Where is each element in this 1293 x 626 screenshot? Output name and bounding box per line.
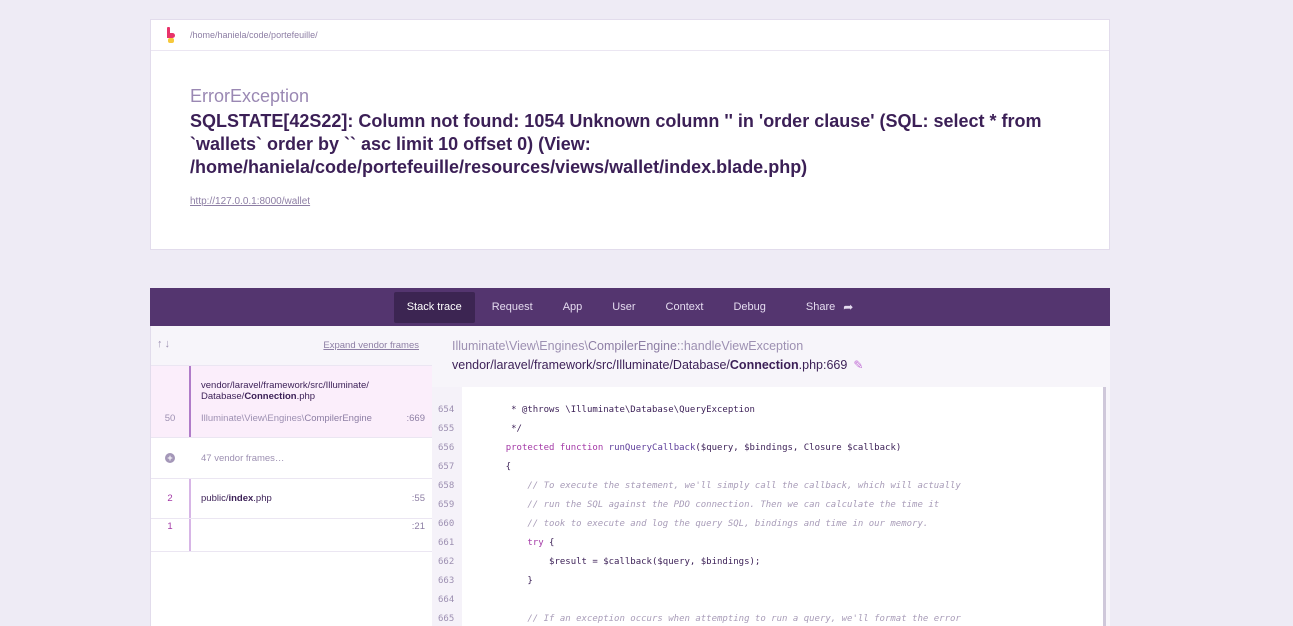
code-line: 665 // If an exception occurs when attem… bbox=[432, 610, 1103, 626]
share-label: Share bbox=[805, 300, 836, 313]
share-arrow-icon: ➦ bbox=[843, 299, 854, 314]
frames-panel-header: ↑↓ Expand vendor frames bbox=[151, 326, 432, 366]
tab-app[interactable]: App bbox=[550, 292, 596, 323]
code-line-text: { bbox=[484, 462, 512, 472]
code-line-number: 657 bbox=[438, 462, 455, 472]
code-line-number: 663 bbox=[438, 576, 455, 586]
tab-context[interactable]: Context bbox=[653, 292, 717, 323]
code-line: 656 protected function runQueryCallback(… bbox=[432, 439, 1103, 458]
frame-line: :21 bbox=[411, 521, 425, 532]
code-panel: Illuminate\View\Engines\CompilerEngine::… bbox=[432, 326, 1110, 626]
frame-file-path: vendor/laravel/framework/src/Illuminate/… bbox=[201, 380, 369, 402]
tab-stack-trace[interactable]: Stack trace bbox=[393, 291, 475, 323]
code-line-text: // To execute the statement, we'll simpl… bbox=[484, 481, 961, 491]
vendor-frames-toggle[interactable]: + 47 vendor frames… bbox=[151, 438, 432, 479]
tab-request[interactable]: Request bbox=[479, 292, 546, 323]
code-line-number: 660 bbox=[438, 519, 455, 529]
frame-file-path: public/index.php bbox=[201, 493, 272, 504]
frame-line: :55 bbox=[411, 493, 425, 504]
code-line: 661 try { bbox=[432, 534, 1103, 553]
frame-file-location: vendor/laravel/framework/src/Illuminate/… bbox=[452, 358, 864, 372]
code-line-text: * @throws \Illuminate\Database\QueryExce… bbox=[484, 405, 755, 415]
frame-class-method: Illuminate\View\Engines\CompilerEngine::… bbox=[452, 339, 804, 353]
vendor-frames-label: 47 vendor frames… bbox=[201, 453, 285, 464]
code-panel-header: Illuminate\View\Engines\CompilerEngine::… bbox=[432, 326, 1110, 387]
code-snippet: 654 * @throws \Illuminate\Database\Query… bbox=[432, 387, 1106, 626]
frame-item[interactable]: 1 :21 bbox=[151, 519, 432, 552]
ignition-logo-icon bbox=[165, 27, 177, 43]
code-line: 655 */ bbox=[432, 420, 1103, 439]
code-line-number: 654 bbox=[438, 405, 455, 415]
code-line-number: 664 bbox=[438, 595, 455, 605]
project-path: /home/haniela/code/portefeuille/ bbox=[190, 30, 318, 40]
code-line-number: 656 bbox=[438, 443, 455, 453]
code-line: 654 * @throws \Illuminate\Database\Query… bbox=[432, 401, 1103, 420]
code-line: 663 } bbox=[432, 572, 1103, 591]
code-line-number: 665 bbox=[438, 614, 455, 624]
frame-number: 2 bbox=[167, 493, 173, 504]
code-line: 657 { bbox=[432, 458, 1103, 477]
exception-class: ErrorException bbox=[190, 86, 310, 106]
code-line: 660 // took to execute and log the query… bbox=[432, 515, 1103, 534]
frame-number: 50 bbox=[164, 413, 176, 424]
card-topbar: /home/haniela/code/portefeuille/ bbox=[151, 20, 1109, 51]
code-line-text: $result = $callback($query, $bindings); bbox=[484, 557, 761, 567]
frame-item[interactable]: 2 public/index.php :55 bbox=[151, 479, 432, 519]
frame-class: Illuminate\View\Engines\CompilerEngine bbox=[201, 413, 372, 424]
frame-nav-arrows-icon[interactable]: ↑↓ bbox=[157, 338, 172, 350]
code-line-text: protected function runQueryCallback($que… bbox=[505, 443, 902, 453]
exception-message: SQLSTATE[42S22]: Column not found: 1054 … bbox=[190, 111, 1042, 177]
frame-number: 1 bbox=[167, 521, 173, 532]
tab-debug[interactable]: Debug bbox=[720, 292, 778, 323]
request-url-link[interactable]: http://127.0.0.1:8000/wallet bbox=[190, 196, 310, 207]
code-line: 658 // To execute the statement, we'll s… bbox=[432, 477, 1103, 496]
code-line-number: 661 bbox=[438, 538, 455, 548]
code-line-number: 659 bbox=[438, 500, 455, 510]
code-line: 662 $result = $callback($query, $binding… bbox=[432, 553, 1103, 572]
expand-vendor-frames-link[interactable]: Expand vendor frames bbox=[323, 340, 419, 351]
code-line: 664 bbox=[432, 591, 1103, 610]
tab-user[interactable]: User bbox=[599, 292, 648, 323]
frames-panel: ↑↓ Expand vendor frames vendor/laravel/f… bbox=[150, 326, 432, 626]
code-line-number: 658 bbox=[438, 481, 455, 491]
code-line-text: // If an exception occurs when attemptin… bbox=[484, 614, 961, 624]
error-card: /home/haniela/code/portefeuille/ ErrorEx… bbox=[150, 19, 1110, 250]
code-line-text: try { bbox=[527, 538, 555, 548]
frame-item-selected[interactable]: vendor/laravel/framework/src/Illuminate/… bbox=[151, 366, 432, 438]
edit-pencil-icon[interactable]: ✎ bbox=[853, 358, 863, 372]
code-line-text: // run the SQL against the PDO connectio… bbox=[484, 500, 940, 510]
code-line-text: // took to execute and log the query SQL… bbox=[484, 519, 929, 529]
code-line-number: 655 bbox=[438, 424, 455, 434]
code-line-text: } bbox=[484, 576, 533, 586]
code-line-number: 662 bbox=[438, 557, 455, 567]
code-line: 659 // run the SQL against the PDO conne… bbox=[432, 496, 1103, 515]
tab-bar: Stack trace Request App User Context Deb… bbox=[150, 288, 1110, 326]
share-button[interactable]: Share ➦ bbox=[793, 292, 866, 323]
expand-plus-icon: + bbox=[165, 453, 175, 463]
code-line-text: */ bbox=[484, 424, 522, 434]
frame-line: :669 bbox=[406, 413, 426, 424]
